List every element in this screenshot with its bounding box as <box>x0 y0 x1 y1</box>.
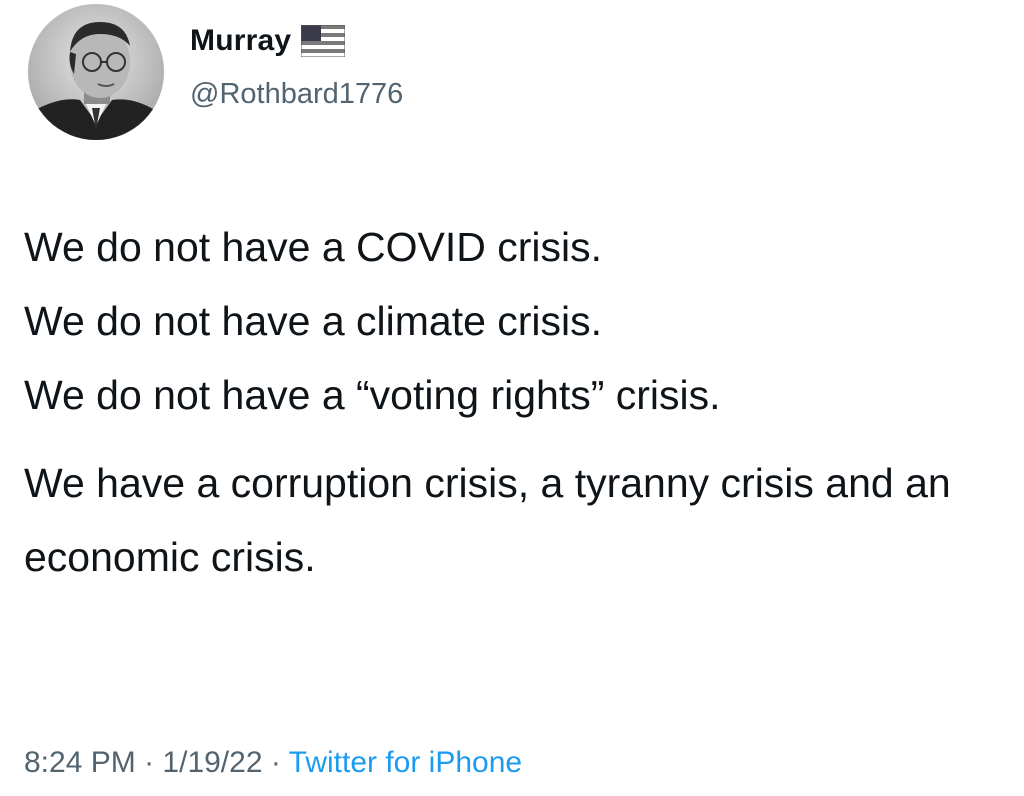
tweet-paragraph: We do not have a COVID crisis. We do not… <box>24 210 1014 432</box>
tweet-metadata: 8:24 PM · 1/19/22 · Twitter for iPhone <box>24 746 522 780</box>
user-handle[interactable]: @Rothbard1776 <box>190 78 403 111</box>
tweet-paragraph-text: We do not have a COVID crisis. We do not… <box>24 224 721 418</box>
tweet-paragraph-text: We have a corruption crisis, a tyranny c… <box>24 460 951 580</box>
tweet-date[interactable]: 1/19/22 <box>162 746 262 779</box>
us-flag-icon <box>300 24 346 58</box>
avatar[interactable] <box>28 4 164 140</box>
tweet-paragraph: We have a corruption crisis, a tyranny c… <box>24 446 1014 594</box>
tweet-text: We do not have a COVID crisis. We do not… <box>24 210 1014 594</box>
tweet-source-link[interactable]: Twitter for iPhone <box>289 746 522 779</box>
author-name-row: Murray <box>190 24 346 58</box>
tweet-card: Murray @Rothbard1776 We do not have a CO… <box>0 0 1024 796</box>
separator: · <box>270 746 281 779</box>
display-name[interactable]: Murray <box>190 24 291 58</box>
tweet-time[interactable]: 8:24 PM <box>24 746 136 779</box>
profile-photo <box>28 4 164 140</box>
separator: · <box>144 746 155 779</box>
